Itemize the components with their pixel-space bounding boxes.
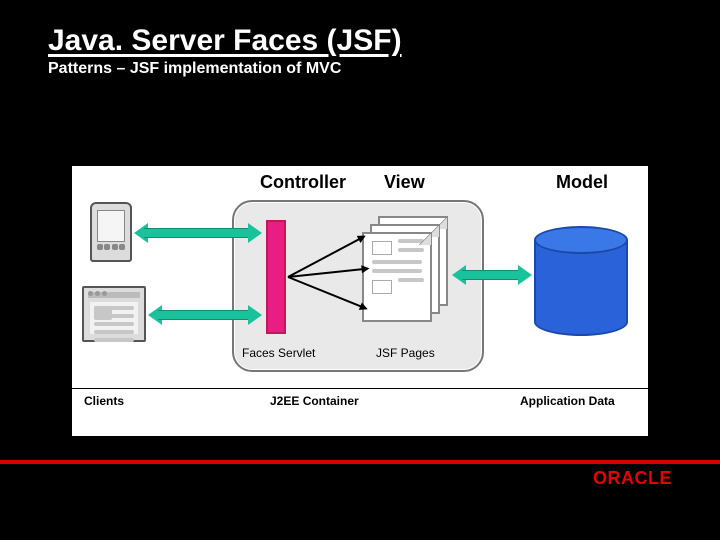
j2ee-container-label: J2EE Container bbox=[270, 394, 359, 408]
clients-label: Clients bbox=[84, 394, 124, 408]
diagram-separator-line bbox=[72, 388, 648, 389]
client-pda-icon bbox=[90, 202, 132, 262]
arrow-client-browser-to-servlet bbox=[148, 306, 262, 324]
oracle-logo: ORACLE bbox=[593, 468, 672, 489]
slide-subtitle: Patterns – JSF implementation of MVC bbox=[48, 60, 672, 78]
client-browser-icon bbox=[82, 286, 146, 342]
column-header-view: View bbox=[384, 172, 425, 193]
arrow-client-pda-to-servlet bbox=[134, 224, 262, 242]
application-data-label: Application Data bbox=[520, 394, 615, 408]
slide-title: Java. Server Faces (JSF) bbox=[48, 24, 672, 58]
jsf-pages-label: JSF Pages bbox=[376, 346, 435, 360]
arrow-view-to-model bbox=[452, 266, 532, 284]
column-header-model: Model bbox=[556, 172, 608, 193]
mvc-diagram: Controller View Model bbox=[72, 166, 648, 436]
footer-red-divider bbox=[0, 460, 720, 464]
faces-servlet-label: Faces Servlet bbox=[242, 346, 315, 360]
database-icon bbox=[534, 226, 628, 336]
column-header-controller: Controller bbox=[260, 172, 346, 193]
slide-footer: ORACLE bbox=[0, 460, 720, 494]
faces-servlet-icon bbox=[266, 220, 286, 334]
jsf-pages-icon bbox=[362, 216, 450, 324]
